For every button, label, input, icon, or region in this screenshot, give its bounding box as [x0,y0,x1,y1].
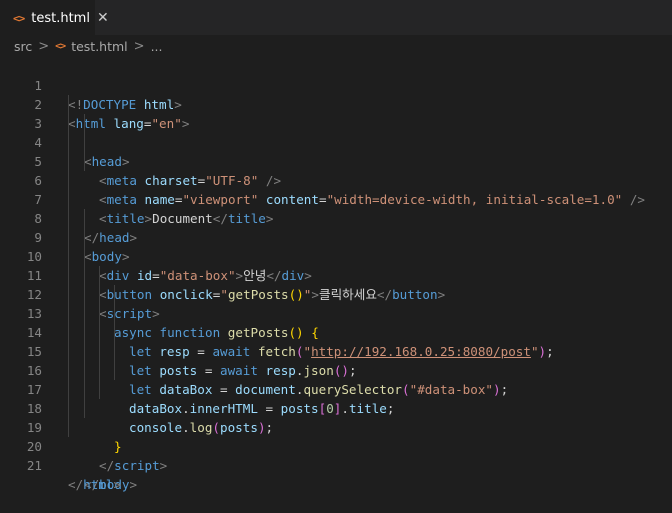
code-line[interactable]: 6 <title>Document</title> [0,152,672,226]
line-number: 21 [26,458,42,473]
breadcrumb-symbol[interactable]: ... [151,39,163,54]
code-line[interactable]: 18 } [0,380,672,454]
code-line[interactable]: 3 <head> [0,95,672,169]
tab-bar: <> test.html ✕ [0,0,672,35]
code-line[interactable]: 5 <meta name="viewport" content="width=d… [0,133,672,207]
code-line[interactable]: 11 <script> [0,247,672,321]
code-line[interactable]: 2 <html lang="en"> [0,76,672,131]
code-editor[interactable]: 1 <!DOCTYPE html> 2 <html lang="en"> 3 <… [0,57,672,492]
html-file-icon: <> [13,11,25,25]
breadcrumb: src > <> test.html > ... [0,35,672,57]
breadcrumb-folder[interactable]: src [14,39,32,54]
code-line[interactable]: 14 let posts = await resp.json(); [0,304,672,378]
code-line[interactable]: 21 </html> [0,437,672,492]
code-line[interactable]: 19 </script> [0,399,672,473]
code-line[interactable]: 12 async function getPosts() { [0,266,672,340]
chevron-right-icon: > [38,38,50,54]
tab-test-html[interactable]: <> test.html ✕ [0,0,109,35]
code-line[interactable]: 17 console.log(posts); [0,361,672,435]
code-line[interactable]: 13 let resp = await fetch("http://192.16… [0,285,672,359]
chevron-right-icon: > [133,38,145,54]
code-line[interactable]: 20 </body> [0,418,672,492]
code-line[interactable]: 9 <div id="data-box">안녕</div> [0,209,672,283]
code-line[interactable]: 16 dataBox.innerHTML = posts[0].title; [0,342,672,416]
code-line[interactable]: 15 let dataBox = document.querySelector(… [0,323,672,397]
html-file-icon: <> [55,40,66,52]
code-line[interactable]: 7 </head> [0,171,672,245]
close-icon[interactable]: ✕ [97,10,109,26]
code-line[interactable]: 10 <button onclick="getPosts()">클릭하세요</b… [0,228,672,302]
tab-label: test.html [31,10,90,26]
code-line[interactable]: 8 <body> [0,190,672,264]
code-line[interactable]: 4 <meta charset="UTF-8" /> [0,114,672,188]
breadcrumb-file[interactable]: test.html [71,39,127,54]
code-line[interactable]: 1 <!DOCTYPE html> [0,57,672,112]
